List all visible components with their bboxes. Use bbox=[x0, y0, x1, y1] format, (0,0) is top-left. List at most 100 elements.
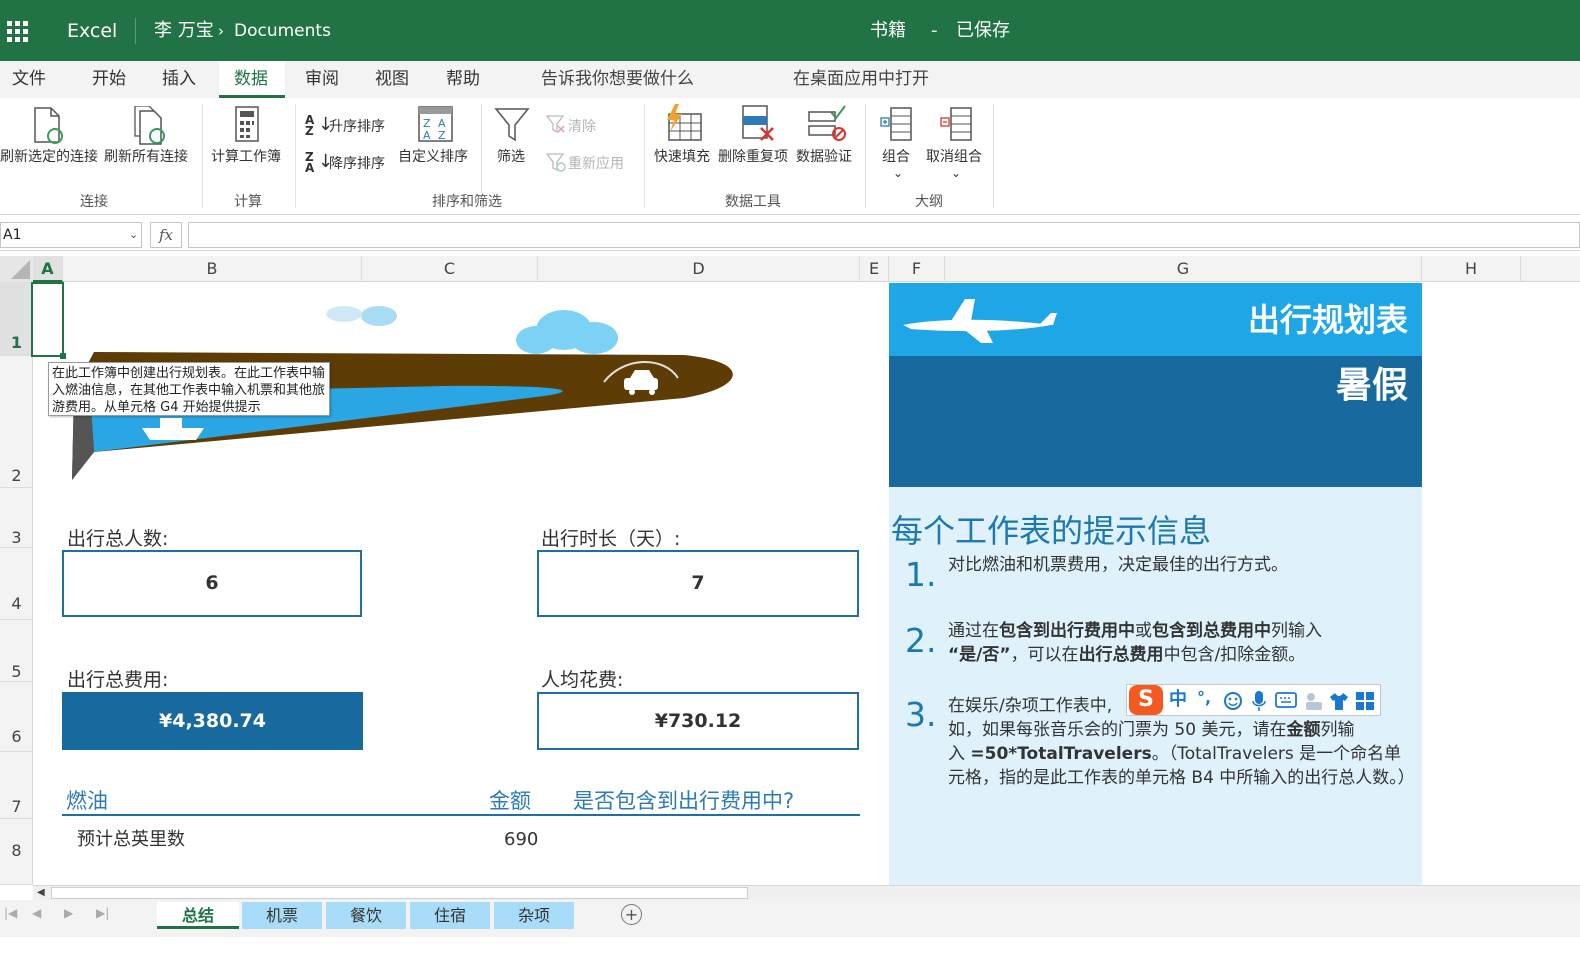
select-all-corner[interactable] bbox=[0, 256, 33, 282]
ribbon-separator bbox=[865, 104, 866, 208]
ime-toolbar[interactable]: S 中 °, bbox=[1126, 684, 1381, 716]
ribbon-separator bbox=[202, 104, 203, 208]
tab-insert[interactable]: 插入 bbox=[162, 68, 196, 90]
insert-function-button[interactable]: fx bbox=[150, 222, 182, 248]
column-header-a[interactable]: A bbox=[33, 256, 63, 282]
app-name[interactable]: Excel bbox=[67, 20, 117, 42]
last-sheet-icon[interactable]: ▶| bbox=[96, 906, 109, 920]
sogou-logo-icon[interactable]: S bbox=[1129, 685, 1163, 715]
keyboard-icon[interactable] bbox=[1275, 692, 1297, 708]
panel-subtitle: 暑假 bbox=[1335, 365, 1408, 406]
name-box[interactable]: A1 ⌄ bbox=[0, 222, 142, 248]
row-header-8[interactable]: 8 bbox=[0, 819, 33, 885]
scroll-left-icon[interactable]: ◀ bbox=[37, 886, 45, 900]
miles-value[interactable]: 690 bbox=[504, 828, 538, 852]
tips-heading: 每个工作表的提示信息 bbox=[891, 512, 1212, 550]
group-connections-label: 连接 bbox=[80, 194, 108, 210]
tell-me-search[interactable]: 告诉我你想要做什么 bbox=[541, 68, 694, 90]
breadcrumb-folder[interactable]: Documents bbox=[234, 20, 331, 42]
active-cell-a1[interactable] bbox=[31, 282, 66, 359]
app-launcher-icon[interactable] bbox=[7, 21, 29, 43]
remove-duplicates-icon bbox=[742, 105, 774, 141]
sheet-tab-summary[interactable]: 总结 bbox=[157, 902, 239, 929]
sheet-tab-meals[interactable]: 餐饮 bbox=[326, 902, 406, 929]
tip-3-part: 在娱乐/杂项工作表中, bbox=[948, 696, 1113, 716]
custom-sort-icon: ZA AZ bbox=[418, 106, 453, 142]
tab-file[interactable]: 文件 bbox=[12, 68, 46, 90]
tip-2-bold: 出行总费用 bbox=[1078, 645, 1164, 665]
tip-1-number: 1. bbox=[905, 555, 937, 594]
row-header-7[interactable]: 7 bbox=[0, 752, 33, 819]
svg-text:A: A bbox=[423, 129, 431, 142]
prev-sheet-icon[interactable]: ◀ bbox=[32, 906, 41, 920]
shirt-icon[interactable] bbox=[1329, 691, 1349, 711]
cloud-icon bbox=[516, 310, 618, 354]
column-header-h[interactable]: H bbox=[1422, 256, 1521, 282]
data-validation-label: 数据验证 bbox=[796, 149, 852, 165]
sheet-tab-airfare[interactable]: 机票 bbox=[242, 902, 322, 929]
skin-tools-icon[interactable] bbox=[1303, 691, 1325, 711]
tab-home[interactable]: 开始 bbox=[92, 68, 126, 90]
emoji-icon[interactable] bbox=[1223, 691, 1243, 711]
formula-input[interactable] bbox=[188, 222, 1580, 248]
sheet-tab-misc[interactable]: 杂项 bbox=[494, 902, 574, 929]
column-header-e[interactable]: E bbox=[860, 256, 889, 282]
chevron-down-icon: ⌄ bbox=[893, 166, 904, 180]
calc-workbook-label: 计算工作簿 bbox=[211, 149, 281, 165]
sheet-tab-bar: |◀ ◀ ▶ ▶| 总结 机票 餐饮 住宿 杂项 + bbox=[0, 900, 1580, 937]
row-header-4[interactable]: 4 bbox=[0, 548, 33, 620]
row-header-1[interactable]: 1 bbox=[0, 282, 33, 356]
sort-az-icon: AZ bbox=[305, 113, 315, 138]
tab-data[interactable]: 数据 bbox=[234, 68, 268, 90]
sort-asc-label: 升序排序 bbox=[329, 119, 385, 135]
add-sheet-button[interactable]: + bbox=[621, 904, 642, 925]
first-sheet-icon[interactable]: |◀ bbox=[4, 906, 17, 920]
row-header-5[interactable]: 5 bbox=[0, 620, 33, 682]
scroll-thumb[interactable] bbox=[51, 887, 748, 899]
total-travelers-cell[interactable]: 6 bbox=[62, 550, 362, 617]
total-cost-cell[interactable]: ¥4,380.74 bbox=[62, 692, 363, 750]
tab-view[interactable]: 视图 bbox=[375, 68, 409, 90]
column-header-d[interactable]: D bbox=[538, 256, 860, 282]
toolbox-grid-icon[interactable] bbox=[1355, 691, 1375, 711]
file-name[interactable]: 书籍 bbox=[870, 20, 906, 42]
ime-punct-toggle[interactable]: °, bbox=[1197, 687, 1211, 709]
horizontal-scrollbar[interactable]: ◀ bbox=[33, 885, 1580, 900]
tip-2-bold: “是/否” bbox=[948, 645, 1011, 665]
sheet-tab-lodging[interactable]: 住宿 bbox=[410, 902, 490, 929]
next-sheet-icon[interactable]: ▶ bbox=[64, 906, 73, 920]
refresh-document-icon bbox=[34, 107, 63, 144]
column-header-b[interactable]: B bbox=[63, 256, 362, 282]
tip-2-part: 中包含/扣除金额。 bbox=[1163, 645, 1306, 665]
trip-length-label: 出行时长（天）: bbox=[541, 528, 681, 550]
filter-funnel-icon bbox=[494, 108, 530, 142]
total-travelers-label: 出行总人数: bbox=[67, 528, 169, 550]
flash-fill-label: 快速填充 bbox=[654, 149, 710, 165]
column-header-g[interactable]: G bbox=[945, 256, 1422, 282]
per-person-label: 人均花费: bbox=[541, 669, 624, 691]
breadcrumb-user[interactable]: 李 万宝 bbox=[154, 20, 214, 42]
ribbon-separator bbox=[295, 104, 296, 208]
ime-lang-toggle[interactable]: 中 bbox=[1169, 689, 1187, 711]
tab-review[interactable]: 审阅 bbox=[305, 68, 339, 90]
column-header-c[interactable]: C bbox=[362, 256, 538, 282]
group-sort-filter-label: 排序和筛选 bbox=[432, 194, 502, 210]
cell-comment-tooltip: 在此工作簿中创建出行规划表。在此工作表中输入燃油信息，在其他工作表中输入机票和其… bbox=[48, 362, 330, 416]
title-dash: - bbox=[931, 20, 938, 41]
svg-text:Z: Z bbox=[438, 129, 446, 142]
sort-desc-label: 降序排序 bbox=[329, 156, 385, 172]
trip-length-cell[interactable]: 7 bbox=[537, 550, 859, 617]
open-in-desktop-button[interactable]: 在桌面应用中打开 bbox=[793, 68, 929, 90]
microphone-icon[interactable] bbox=[1251, 690, 1267, 712]
row-header-2[interactable]: 2 bbox=[0, 356, 33, 488]
ungroup-rows-icon bbox=[940, 107, 972, 141]
formula-bar: A1 ⌄ fx bbox=[0, 217, 1580, 251]
column-header-f[interactable]: F bbox=[889, 256, 945, 282]
row-header-6[interactable]: 6 bbox=[0, 682, 33, 752]
ribbon: 刷新选定的连接 刷新所有连接 连接 计算工作簿 计算 A Z ↓ 升序排序 Z … bbox=[0, 98, 1580, 215]
cloud-icon bbox=[326, 306, 397, 326]
tab-help[interactable]: 帮助 bbox=[446, 68, 480, 90]
ribbon-separator bbox=[644, 104, 645, 208]
row-header-3[interactable]: 3 bbox=[0, 488, 33, 548]
per-person-cell[interactable]: ¥730.12 bbox=[537, 692, 859, 750]
